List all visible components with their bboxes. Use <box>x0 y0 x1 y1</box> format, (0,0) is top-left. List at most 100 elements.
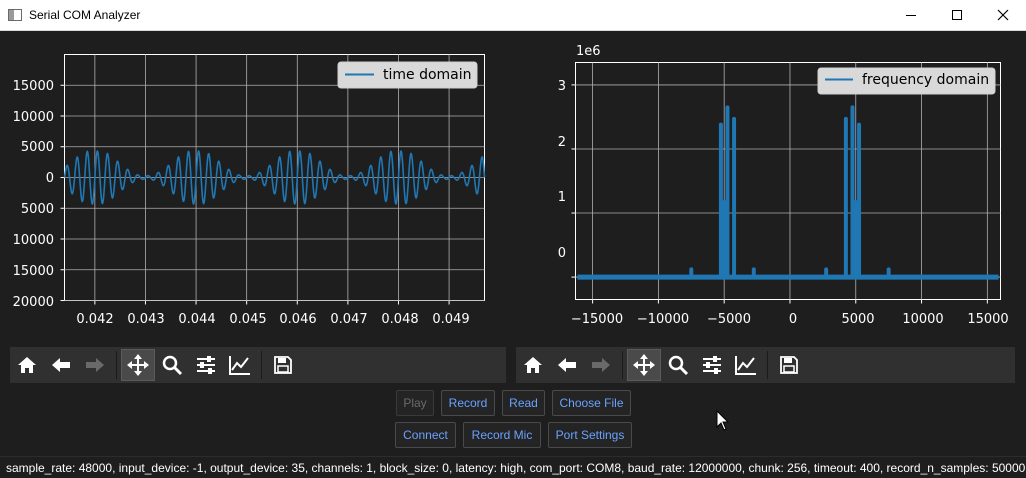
y-tick-label: 2 <box>558 135 566 150</box>
x-tick-label: −5000 <box>707 312 751 327</box>
move-icon <box>633 354 655 376</box>
y-tick-label: 10000 <box>13 233 54 248</box>
toolbar-separator <box>116 351 117 379</box>
close-button[interactable] <box>980 0 1026 30</box>
freq-grid <box>571 62 1001 304</box>
y-tick-label: 10000 <box>13 110 54 125</box>
y-tick-label: 0 <box>46 171 54 186</box>
play-button[interactable]: Play <box>396 390 434 416</box>
edit-axis-button[interactable] <box>223 349 257 381</box>
y-tick-label: 1 <box>558 190 566 205</box>
zoom-button[interactable] <box>661 349 695 381</box>
forward-button[interactable] <box>584 349 618 381</box>
legend-label: time domain <box>383 67 472 83</box>
x-tick-label: 0.047 <box>330 312 367 327</box>
record-button[interactable]: Record <box>441 390 495 416</box>
pan-button[interactable] <box>627 349 661 381</box>
arrow-left-icon <box>558 358 576 372</box>
toolbar-separator <box>261 351 262 379</box>
y-tick-label: 3 <box>558 79 566 94</box>
back-button[interactable] <box>44 349 78 381</box>
time-x-ticks: 0.042 0.043 0.044 0.045 0.046 0.047 0.04… <box>76 312 469 327</box>
freq-axes-frame <box>575 62 1001 300</box>
x-tick-label: −15000 <box>571 312 623 327</box>
mouse-cursor-icon <box>716 410 730 431</box>
x-tick-label: 0.043 <box>127 312 164 327</box>
home-icon <box>524 357 542 373</box>
save-button[interactable] <box>772 349 806 381</box>
y-tick-label: 15000 <box>13 264 54 279</box>
time-plot-toolbar <box>10 347 506 383</box>
y-tick-label: 20000 <box>13 295 54 310</box>
app-icon <box>8 9 22 21</box>
freq-y-ticks: 3 2 1 0 <box>558 79 566 261</box>
y-tick-label: 5000 <box>21 140 54 155</box>
time-legend: time domain <box>337 61 478 89</box>
time-domain-plot[interactable]: 15000 10000 5000 0 5000 10000 15000 2000… <box>0 31 508 347</box>
toolbar-separator <box>767 351 768 379</box>
move-icon <box>127 354 149 376</box>
choose-file-button[interactable]: Choose File <box>552 390 631 416</box>
configure-subplots-button[interactable] <box>695 349 729 381</box>
x-tick-label: −10000 <box>637 312 689 327</box>
x-tick-label: 0.044 <box>178 312 215 327</box>
x-tick-label: 0.042 <box>76 312 113 327</box>
connect-button[interactable]: Connect <box>395 422 456 448</box>
x-tick-label: 5000 <box>841 312 874 327</box>
edit-axis-button[interactable] <box>729 349 763 381</box>
x-tick-label: 0.045 <box>229 312 266 327</box>
x-tick-label: 0.048 <box>381 312 418 327</box>
home-button[interactable] <box>10 349 44 381</box>
freq-legend: frequency domain <box>817 67 996 95</box>
spectrum-band <box>851 200 860 278</box>
magnifier-icon <box>668 355 689 376</box>
y-tick-label: 5000 <box>21 202 54 217</box>
legend-label: frequency domain <box>862 72 989 88</box>
time-domain-chart: 15000 10000 5000 0 5000 10000 15000 2000… <box>13 54 486 327</box>
read-button[interactable]: Read <box>502 390 545 416</box>
pan-button[interactable] <box>121 349 155 381</box>
magnifier-icon <box>162 355 183 376</box>
zoom-button[interactable] <box>155 349 189 381</box>
back-button[interactable] <box>550 349 584 381</box>
arrow-left-icon <box>52 358 70 372</box>
close-icon <box>997 9 1009 21</box>
minimize-button[interactable] <box>888 0 934 30</box>
configure-subplots-button[interactable] <box>189 349 223 381</box>
maximize-button[interactable] <box>934 0 980 30</box>
sliders-icon <box>703 356 721 374</box>
home-icon <box>18 357 36 373</box>
x-tick-label: 0.049 <box>432 312 469 327</box>
home-button[interactable] <box>516 349 550 381</box>
freq-x-ticks: −15000 −10000 −5000 0 5000 10000 15000 <box>571 312 1009 327</box>
forward-button[interactable] <box>78 349 112 381</box>
save-icon <box>780 356 798 374</box>
arrow-right-icon <box>592 358 610 372</box>
minimize-icon <box>906 14 916 16</box>
save-icon <box>274 356 292 374</box>
time-y-ticks: 15000 10000 5000 0 5000 10000 15000 2000… <box>13 79 54 310</box>
freq-plot-toolbar <box>516 347 1015 383</box>
record-mic-button[interactable]: Record Mic <box>463 422 541 448</box>
sliders-icon <box>197 356 215 374</box>
save-button[interactable] <box>266 349 300 381</box>
x-tick-label: 0.046 <box>279 312 316 327</box>
line-chart-icon <box>229 356 250 375</box>
y-offset-label: 1e6 <box>576 44 601 59</box>
window-title: Serial COM Analyzer <box>29 8 141 22</box>
port-settings-button[interactable]: Port Settings <box>548 422 632 448</box>
arrow-right-icon <box>86 358 104 372</box>
x-tick-label: 0 <box>789 312 797 327</box>
y-tick-label: 15000 <box>13 79 54 94</box>
frequency-domain-series <box>577 105 999 280</box>
status-bar: sample_rate: 48000, input_device: -1, ou… <box>0 456 1026 478</box>
maximize-icon <box>952 10 962 20</box>
y-tick-label: 0 <box>558 246 566 261</box>
frequency-domain-plot[interactable]: 1e6 3 2 1 0 −15000 −10000 −5000 0 5000 1… <box>508 31 1026 347</box>
line-chart-icon <box>735 356 756 375</box>
toolbar-separator <box>622 351 623 379</box>
x-tick-label: 10000 <box>902 312 943 327</box>
spectrum-band <box>720 200 729 278</box>
x-tick-label: 15000 <box>967 312 1008 327</box>
title-bar: Serial COM Analyzer <box>0 0 1026 31</box>
